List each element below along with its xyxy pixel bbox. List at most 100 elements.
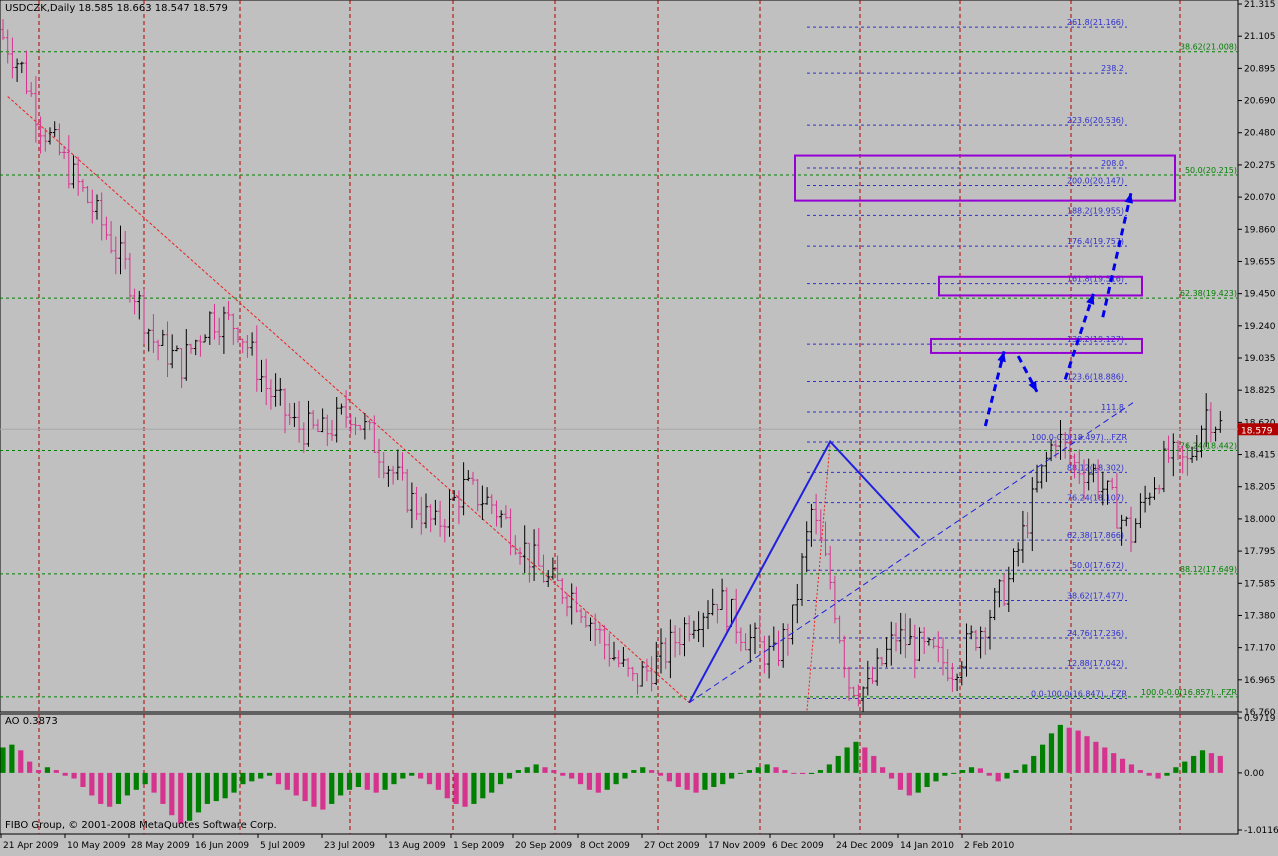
ao-bar (27, 761, 33, 773)
ao-y-tick-label: -1.0116 (1244, 826, 1278, 836)
ao-bar (1137, 770, 1143, 773)
ao-bar (622, 772, 628, 779)
fib-level-label: 12.88(17.042) (1067, 659, 1124, 668)
ao-bar (506, 772, 513, 779)
fib-level-label: 176.4(19.757) (1067, 237, 1124, 246)
ao-bar (98, 772, 104, 804)
ao-bar (1155, 772, 1161, 779)
ao-bar (186, 772, 193, 821)
ao-bar (880, 767, 886, 773)
ao-bar (18, 750, 24, 773)
ao-bar (1039, 744, 1046, 773)
ao-bar (204, 772, 210, 804)
ao-bar (569, 772, 575, 779)
x-tick-label: 2 Feb 2010 (964, 841, 1015, 851)
ao-bar (1084, 736, 1090, 773)
x-tick-label: 21 Apr 2009 (3, 841, 59, 851)
y-tick-label: 18.825 (1244, 386, 1276, 396)
ao-bar (702, 772, 708, 790)
ao-bar (817, 770, 824, 773)
fib-level-label: 100.0-0.0(18.497)...FZR (1031, 433, 1127, 442)
ao-bar (489, 772, 495, 793)
ao-bar (53, 770, 59, 773)
ao-bar (1111, 753, 1117, 773)
ao-bar (258, 772, 264, 779)
ao-bar (720, 772, 726, 785)
fib-level-label-green: 50.0(20.215) (1185, 166, 1237, 175)
ao-y-tick-label: 0.00 (1244, 769, 1264, 779)
ao-bar (524, 767, 530, 773)
ao-bar (853, 741, 859, 773)
symbol-title: USDCZK,Daily 18.585 18.663 18.547 18.579 (5, 3, 228, 14)
ao-bar (275, 772, 282, 785)
ao-bar (915, 772, 921, 793)
ao-bar (222, 772, 228, 799)
fib-level-label: 76.24(18.107) (1067, 494, 1124, 503)
ao-bar (960, 770, 966, 773)
ao-bar (808, 772, 815, 775)
chart-svg: 21.315 21.105 20.895 20.690 20.480 20.275 20.0… (0, 0, 1278, 851)
x-tick-label: 27 Oct 2009 (644, 841, 700, 851)
fib-level-label-green: 38.62(21.008) (1180, 43, 1237, 52)
ao-bar (826, 764, 832, 773)
ao-bar (1199, 750, 1206, 773)
ao-bar (462, 772, 468, 807)
chart-container: 21.315 21.105 20.895 20.690 20.480 20.275 20.0… (0, 0, 1278, 852)
x-tick-label: 6 Dec 2009 (772, 841, 824, 851)
ao-bar (240, 772, 246, 785)
ao-bar (1182, 761, 1188, 773)
fib-level-label: 200.0(20.147) (1067, 177, 1124, 186)
ao-bar (213, 772, 219, 802)
ao-bar (1075, 730, 1081, 773)
ao-bar (142, 772, 148, 785)
y-tick-label: 21.315 (1244, 0, 1276, 10)
ao-bar (1013, 770, 1019, 773)
ao-bar (995, 772, 1001, 782)
ao-y-tick-label: 0.9719 (1244, 714, 1276, 724)
price-tag-label: 18.579 (1241, 426, 1273, 436)
ao-plot-area (0, 713, 1239, 835)
ao-bar (1208, 753, 1215, 773)
x-tick-label: 16 Jun 2009 (195, 841, 249, 851)
ao-bar (968, 767, 975, 773)
ao-bar (133, 772, 139, 790)
fib-level-label: 223.6(20.536) (1067, 116, 1124, 125)
ao-bar (844, 747, 850, 773)
ao-bar (0, 747, 6, 773)
ao-bar (293, 772, 299, 796)
ao-bar (791, 772, 797, 774)
ao-bar (89, 772, 95, 796)
ao-bar (800, 772, 806, 775)
x-tick-label: 20 Sep 2009 (515, 841, 572, 851)
ao-bar (1031, 755, 1037, 773)
y-tick-label: 19.240 (1244, 322, 1276, 332)
ao-bar (1128, 764, 1135, 773)
y-tick-label: 18.205 (1244, 483, 1276, 493)
main-plot-area (0, 0, 1239, 713)
ao-bar (1191, 755, 1197, 773)
ao-bar (338, 772, 344, 796)
y-tick-label: 20.070 (1244, 193, 1276, 203)
y-tick-label: 19.860 (1244, 225, 1276, 235)
ao-bar (1164, 772, 1170, 776)
ao-bar (497, 772, 504, 785)
ao-bar (1066, 727, 1072, 773)
ao-bar (346, 772, 353, 790)
x-tick-label: 23 Jul 2009 (324, 841, 375, 851)
x-tick-label: 24 Dec 2009 (836, 841, 894, 851)
ao-bar (1057, 724, 1063, 773)
y-tick-label: 17.170 (1244, 644, 1276, 654)
ao-bar (329, 772, 335, 804)
ao-bar (1146, 772, 1152, 776)
ao-bar (1119, 758, 1126, 773)
ao-bar (1217, 755, 1223, 773)
ao-bar (515, 770, 521, 773)
ao-bar (284, 772, 290, 790)
ao-bar (266, 772, 273, 776)
fib-level-label: 24.76(17.236) (1067, 629, 1124, 638)
fib-level-label: 50.0(17.672) (1072, 561, 1124, 570)
ao-bar (320, 772, 326, 810)
y-tick-label: 18.415 (1244, 451, 1276, 461)
ao-bar (391, 772, 397, 785)
ao-bar (1173, 767, 1179, 773)
